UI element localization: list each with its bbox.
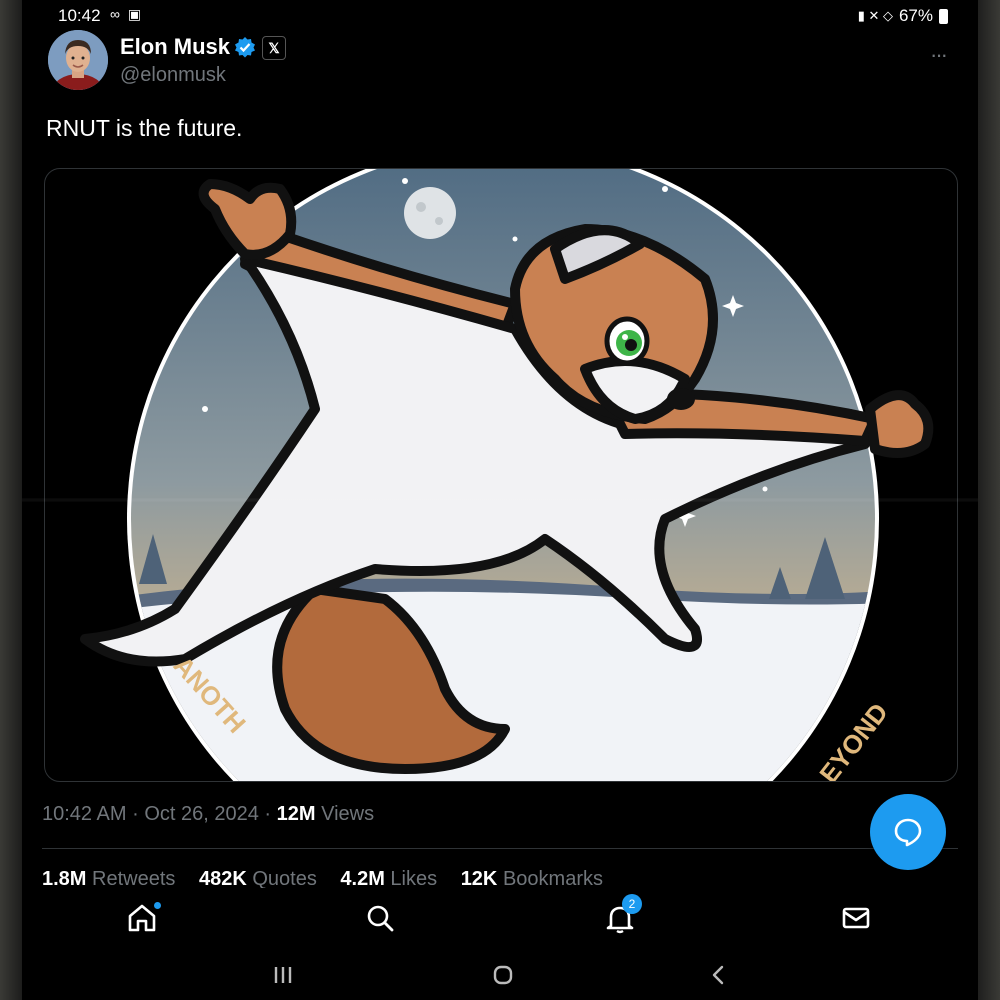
more-options-icon[interactable]: ··· [930, 42, 948, 68]
avatar[interactable] [48, 30, 108, 90]
nav-home[interactable] [124, 900, 164, 936]
status-bar: 10:42 ∞ ▣ ▮ ✕ ◇ 67% [22, 0, 978, 32]
status-right: ▮ ✕ ◇ 67% [858, 6, 948, 26]
views-count: 12M [276, 803, 316, 825]
retweets-stat[interactable]: 1.8M Retweets [42, 868, 175, 890]
nav-search[interactable] [362, 900, 402, 936]
battery-percent: 67% [898, 6, 933, 25]
battery-icon [939, 8, 948, 24]
tweet-date[interactable]: Oct 26, 2024 [144, 803, 259, 825]
separator: · [264, 803, 272, 825]
tweet-time[interactable]: 10:42 AM [42, 803, 127, 825]
verified-badge-icon [235, 37, 255, 58]
quotes-stat[interactable]: 482K Quotes [199, 868, 317, 890]
divider [42, 848, 958, 849]
quotes-label: Quotes [252, 868, 317, 890]
likes-stat[interactable]: 4.2M Likes [340, 868, 437, 890]
recent-apps-button[interactable] [268, 960, 298, 990]
back-button[interactable] [704, 960, 734, 990]
status-system-icons: ▮ ✕ ◇ [857, 8, 893, 23]
retweets-label: Retweets [92, 868, 176, 890]
separator: · [132, 803, 139, 825]
bookmarks-label: Bookmarks [502, 868, 603, 890]
phone-device: 10:42 ∞ ▣ ▮ ✕ ◇ 67% Elon Musk 𝕏 @elonmus… [0, 0, 1000, 1000]
views-label: Views [321, 803, 375, 825]
nav-messages[interactable] [838, 900, 878, 936]
display-name[interactable]: Elon Musk [120, 34, 230, 60]
handle[interactable]: @elonmusk [120, 64, 226, 87]
back-chevron-icon [712, 965, 724, 985]
mail-icon [842, 907, 870, 929]
likes-label: Likes [390, 868, 438, 890]
bottom-nav: 2 [22, 888, 978, 950]
tweet-media-image[interactable]: ANOTH EYOND [44, 168, 958, 782]
quotes-count: 482K [198, 868, 247, 890]
retweets-count: 1.8M [42, 868, 87, 890]
status-notification-icons: ∞ ▣ [110, 6, 144, 22]
recent-apps-icon [274, 967, 292, 983]
home-circle-icon [493, 965, 513, 985]
reply-icon [894, 818, 922, 847]
likes-count: 4.2M [340, 868, 385, 890]
home-unread-dot [154, 902, 161, 909]
home-system-button[interactable] [488, 960, 518, 990]
bookmarks-count: 12K [460, 868, 498, 890]
timestamp-row: 10:42 AM · Oct 26, 2024 · 12M Views [42, 803, 374, 826]
screen: 10:42 ∞ ▣ ▮ ✕ ◇ 67% Elon Musk 𝕏 @elonmus… [22, 0, 978, 1000]
status-time: 10:42 [58, 6, 101, 25]
search-icon [367, 905, 394, 932]
affiliate-x-badge[interactable]: 𝕏 [262, 36, 286, 60]
system-navigation [22, 950, 978, 1000]
bookmarks-stat[interactable]: 12K Bookmarks [461, 868, 603, 890]
compose-reply-button[interactable] [870, 794, 946, 870]
notifications-badge: 2 [622, 894, 642, 914]
nav-notifications[interactable]: 2 [602, 894, 642, 936]
tweet-text: RNUT is the future. [46, 115, 243, 141]
